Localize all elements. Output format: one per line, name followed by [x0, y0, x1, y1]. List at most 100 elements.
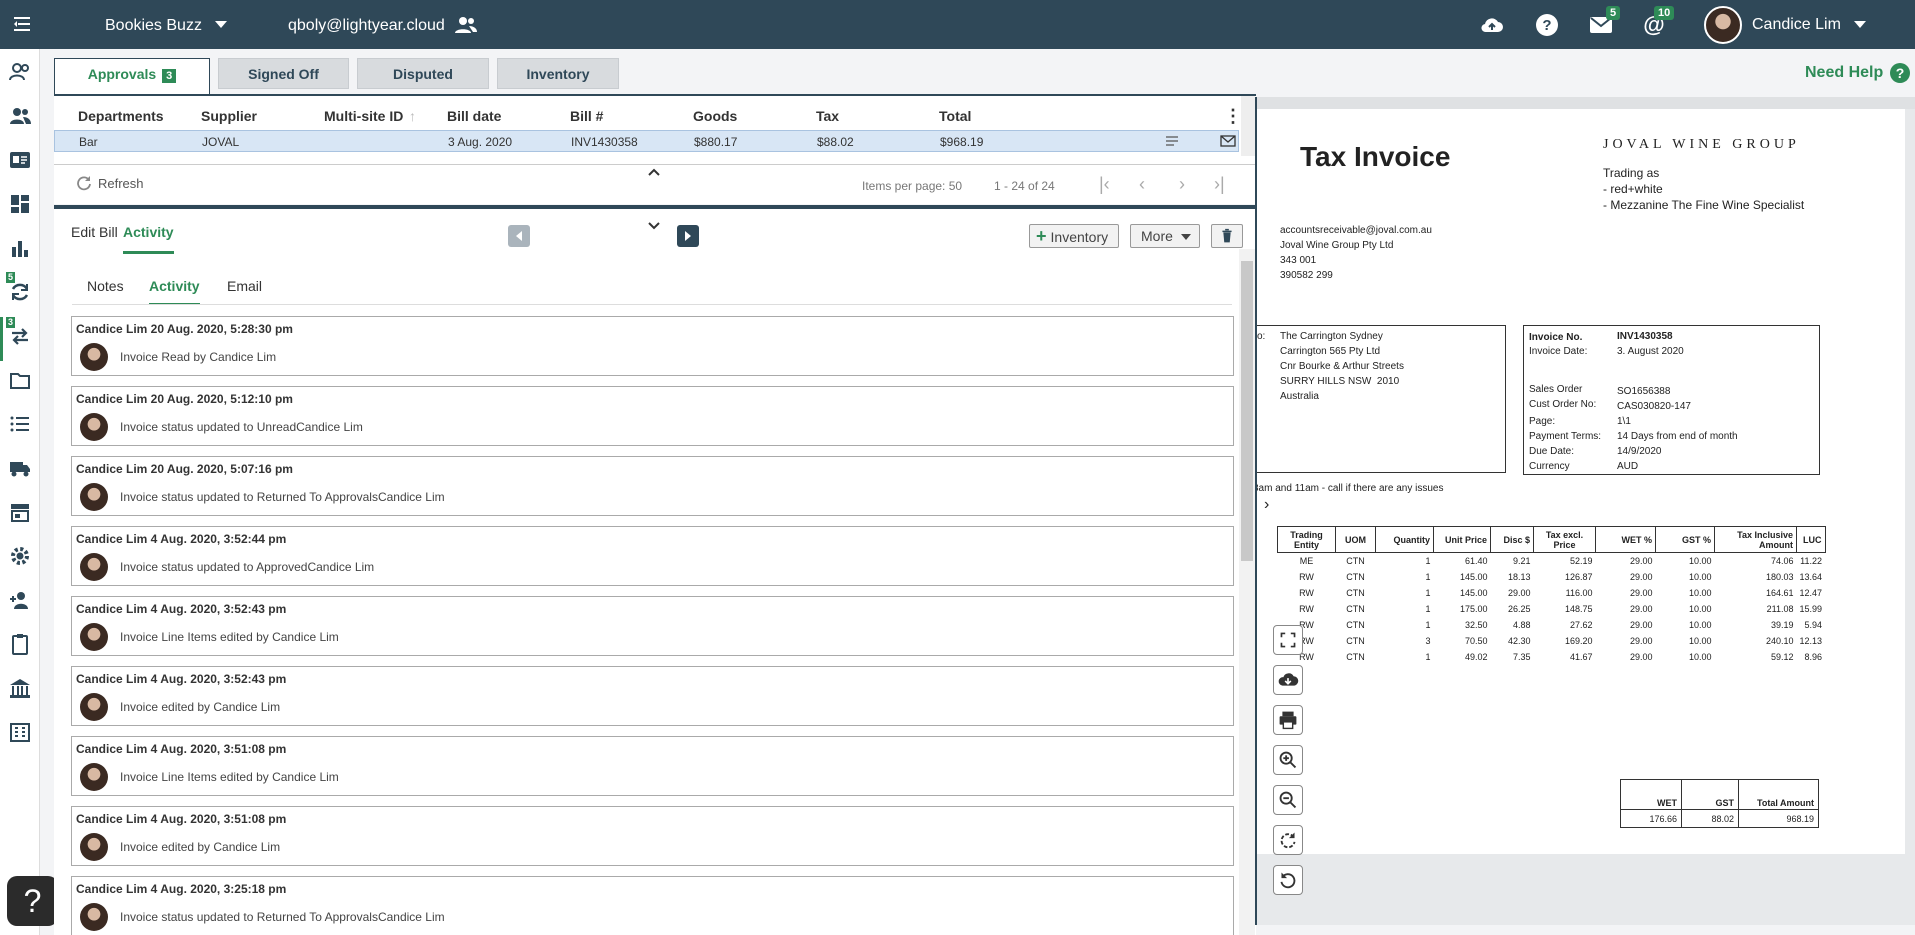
email-row-icon[interactable] [1220, 135, 1236, 147]
meta-key: Cust Order No: [1529, 399, 1597, 410]
user-name[interactable]: Candice Lim [1752, 16, 1841, 34]
invoice-line-cell: 148.75 [1564, 603, 1593, 614]
invoice-line-cell: 240.10 [1765, 635, 1794, 646]
folder-icon[interactable] [9, 369, 31, 391]
bank-icon[interactable] [9, 677, 31, 699]
line-header: Unit Price [1433, 526, 1491, 553]
grid-scrollbar[interactable] [1241, 96, 1255, 156]
cell-tax: $88.02 [817, 135, 854, 149]
invoice-line-cell: ME [1299, 555, 1314, 566]
sort-arrow-icon[interactable]: ↑ [409, 108, 416, 124]
viewer-scrollbar[interactable] [1257, 97, 1915, 109]
zoom-in-icon[interactable] [1273, 745, 1303, 775]
upload-cloud-icon[interactable] [1480, 13, 1504, 37]
invoice-line-cell: 10.00 [1688, 603, 1712, 614]
tab-signed-off[interactable]: Signed Off [218, 58, 349, 89]
invoice-line-cell: 145.00 [1459, 587, 1488, 598]
more-button[interactable]: More [1130, 224, 1200, 248]
fullscreen-icon[interactable] [1273, 625, 1303, 655]
prev-page-icon[interactable]: ‹ [1139, 174, 1145, 195]
org-name[interactable]: Bookies Buzz [105, 17, 202, 35]
tab-disputed[interactable]: Disputed [357, 58, 489, 89]
plus-icon: + [1036, 226, 1047, 246]
user-avatar[interactable] [1704, 6, 1742, 44]
expand-arrow-icon[interactable]: › [1264, 496, 1269, 514]
building-icon[interactable] [9, 721, 31, 743]
refresh-button[interactable]: Refresh [98, 176, 144, 191]
column-header-bill-date[interactable]: Bill date [447, 108, 501, 124]
tab-approvals-label: Approvals [87, 66, 157, 82]
inventory-button[interactable]: + Inventory [1029, 224, 1119, 248]
subtab-notes[interactable]: Notes [87, 278, 124, 294]
tab-approvals[interactable]: Approvals 3 [54, 58, 210, 94]
notes-icon[interactable] [1165, 135, 1179, 147]
next-bill-button[interactable] [677, 225, 699, 247]
tab-edit-bill[interactable]: Edit Bill [71, 224, 118, 240]
column-options-icon[interactable]: ⋮ [1224, 106, 1242, 127]
add-user-icon[interactable] [9, 589, 31, 611]
switch-user-icon[interactable] [455, 16, 477, 34]
activity-text: Invoice Line Items edited by Candice Lim [120, 770, 339, 784]
last-page-icon[interactable]: ›| [1214, 174, 1225, 195]
delete-button[interactable] [1211, 224, 1243, 248]
column-header-bill-no[interactable]: Bill # [570, 108, 603, 124]
column-header-tax[interactable]: Tax [816, 108, 839, 124]
dashboard-icon[interactable] [9, 193, 31, 215]
invoice-line-row: RW CTN 3 70.50 42.30 169.20 29.00 10.00 240.10 12… [1278, 633, 1826, 649]
column-header-total[interactable]: Total [939, 108, 971, 124]
activity-text: Invoice Line Items edited by Candice Lim [120, 630, 339, 644]
activity-entry: Candice Lim 20 Aug. 2020, 5:07:16 pm Invo… [71, 456, 1234, 516]
line-header: LUC [1796, 526, 1826, 553]
invoice-line-row: RW CTN 1 145.00 29.00 116.00 29.00 10.00 164.61 1… [1278, 585, 1826, 601]
collapse-down-icon[interactable] [648, 222, 660, 230]
collapse-up-icon[interactable] [648, 168, 660, 176]
prev-bill-button[interactable] [508, 225, 530, 247]
activity-scrollbar[interactable] [1239, 249, 1255, 935]
menu-icon[interactable] [12, 14, 32, 34]
activity-scroll-thumb[interactable] [1241, 261, 1253, 561]
users-icon[interactable] [9, 105, 31, 127]
help-icon[interactable]: ? [1535, 13, 1559, 37]
clipboard-icon[interactable] [9, 633, 31, 655]
tab-inventory[interactable]: Inventory [497, 58, 619, 89]
invoice-line-cell: 9.21 [1512, 555, 1531, 566]
cell-goods: $880.17 [694, 135, 738, 149]
tab-activity[interactable]: Activity [123, 224, 174, 254]
next-page-icon[interactable]: › [1179, 174, 1185, 195]
invoice-line-cell: 29.00 [1629, 635, 1653, 646]
column-header-goods[interactable]: Goods [693, 108, 737, 124]
subtab-activity[interactable]: Activity [149, 278, 200, 305]
activity-title: Candice Lim 4 Aug. 2020, 3:52:43 pm [76, 602, 287, 616]
list-icon[interactable] [9, 413, 31, 435]
store-icon[interactable] [9, 501, 31, 523]
invoice-line-cell: 145.00 [1459, 571, 1488, 582]
download-icon[interactable] [1273, 665, 1303, 695]
need-help-icon[interactable]: ? [1890, 63, 1910, 83]
items-per-page[interactable]: Items per page: 50 [862, 179, 962, 193]
sync-icon[interactable] [9, 281, 31, 303]
first-page-icon[interactable]: |‹ [1099, 174, 1110, 195]
table-row[interactable]: Bar JOVAL 3 Aug. 2020 INV1430358 $880.17… [54, 130, 1239, 152]
truck-icon[interactable] [9, 457, 31, 479]
subtab-email[interactable]: Email [227, 278, 262, 294]
rotate-counterclockwise-icon[interactable] [1273, 865, 1303, 895]
bill-to-line: Carrington 565 Pty Ltd [1280, 346, 1381, 357]
id-card-icon[interactable] [9, 149, 31, 171]
bar-chart-icon[interactable] [9, 237, 31, 259]
print-icon[interactable] [1273, 705, 1303, 735]
column-header-supplier[interactable]: Supplier [201, 108, 257, 124]
invoice-viewer: Tax Invoice JOVAL WINE GROUP Trading as … [1255, 97, 1915, 925]
transfer-icon[interactable] [9, 325, 31, 347]
org-dropdown-icon[interactable] [215, 21, 227, 28]
invoice-line-cell: 29.00 [1629, 619, 1653, 630]
need-help-link[interactable]: Need Help [1805, 64, 1883, 82]
column-header-departments[interactable]: Departments [78, 108, 164, 124]
column-header-multisite[interactable]: Multi-site ID [324, 108, 403, 124]
settings-icon[interactable] [9, 545, 31, 567]
rotate-clockwise-icon[interactable] [1273, 825, 1303, 855]
more-caret-icon [1181, 234, 1191, 240]
refresh-icon[interactable] [76, 175, 92, 191]
user-menu-caret-icon[interactable] [1854, 21, 1866, 28]
contacts-icon[interactable] [9, 61, 31, 83]
zoom-out-icon[interactable] [1273, 785, 1303, 815]
